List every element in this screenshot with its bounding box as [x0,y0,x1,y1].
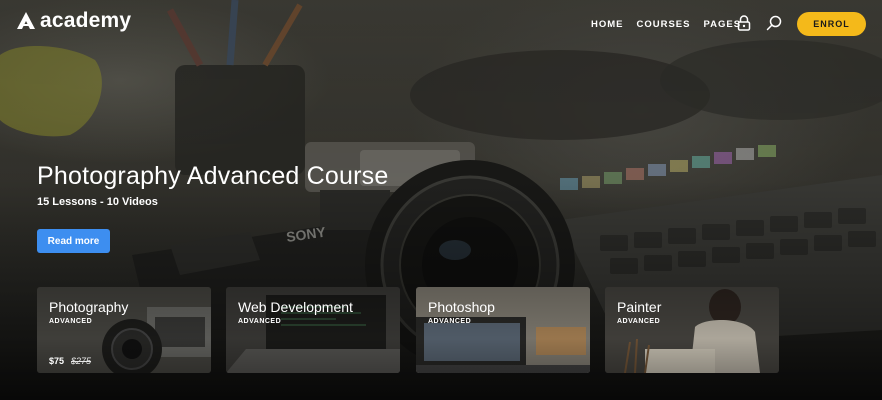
card-title: Web Development [238,299,353,315]
card-level: ADVANCED [617,318,661,325]
card-title: Painter [617,299,662,315]
nav-item-home[interactable]: HOME [591,19,624,30]
brand-name: academy [40,9,132,32]
read-more-button[interactable]: Read more [37,229,110,253]
card-price: $75 [49,356,65,366]
search-button[interactable] [765,14,783,32]
course-card-painter[interactable]: Painter ADVANCED [605,287,779,373]
academy-logo-icon [17,12,35,29]
lock-button[interactable] [735,14,753,32]
course-card-web-development[interactable]: Web Development ADVANCED [226,287,400,373]
main-nav: HOME COURSES PAGES [591,19,741,30]
hero-title: Photography Advanced Course [37,162,389,190]
course-card-photography[interactable]: Photography ADVANCED $75 $275 [37,287,211,373]
card-title: Photoshop [428,299,495,315]
card-level: ADVANCED [238,318,282,325]
hero-subtitle: 15 Lessons - 10 Videos [37,196,158,208]
nav-item-courses[interactable]: COURSES [637,19,691,30]
card-level: ADVANCED [49,318,93,325]
card-old-price: $275 [71,356,92,366]
course-card-photoshop[interactable]: Photoshop ADVANCED [416,287,590,373]
brand-logo[interactable]: academy [16,9,131,33]
card-title: Photography [49,299,129,315]
search-icon [766,15,782,31]
lock-icon [737,15,751,31]
card-level: ADVANCED [428,318,472,325]
enrol-button[interactable]: ENROL [797,12,866,36]
